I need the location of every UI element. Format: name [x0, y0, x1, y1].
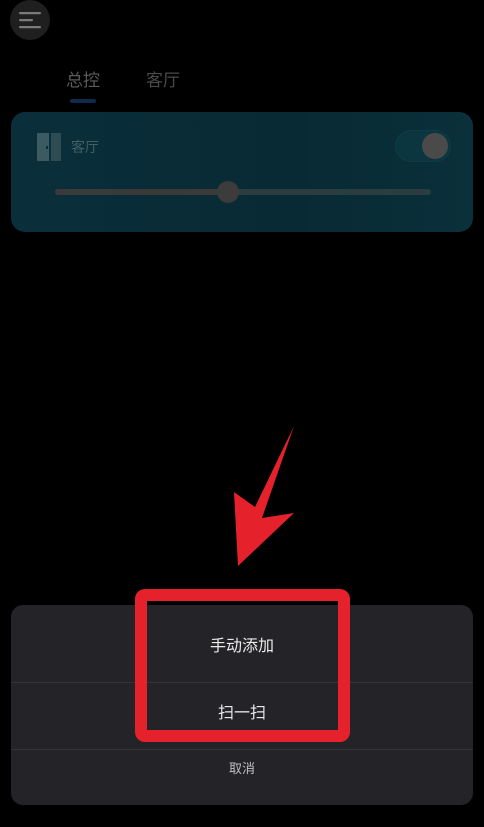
tab-label: 总控: [66, 71, 100, 91]
device-power-toggle[interactable]: [395, 130, 451, 162]
cancel-button[interactable]: 取消: [11, 739, 473, 801]
toggle-knob: [422, 133, 448, 159]
active-tab-indicator: [70, 99, 96, 103]
slider-fill: [55, 189, 228, 195]
brightness-slider[interactable]: [55, 181, 431, 203]
tab-label: 客厅: [146, 71, 180, 91]
menu-button[interactable]: [10, 0, 50, 40]
room-tabs: 总控 客厅: [60, 60, 186, 103]
device-card[interactable]: 客厅: [11, 112, 473, 232]
menu-icon: [19, 12, 41, 29]
tab-all[interactable]: 总控: [60, 60, 106, 103]
tab-living-room[interactable]: 客厅: [140, 60, 186, 97]
action-sheet: 手动添加 扫一扫 取消: [11, 605, 473, 805]
manual-add-option[interactable]: 手动添加: [11, 610, 473, 683]
slider-thumb[interactable]: [216, 181, 239, 203]
device-name: 客厅: [71, 140, 99, 156]
door-icon: [37, 133, 61, 161]
